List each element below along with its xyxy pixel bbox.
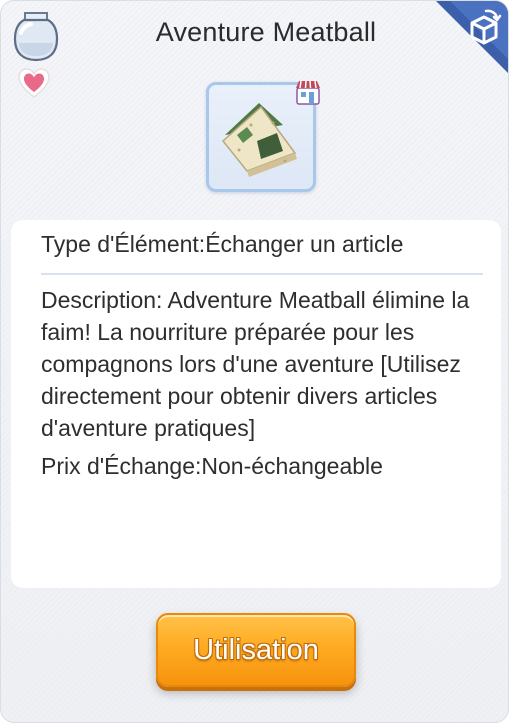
item-type-text: Type d'Élément:Échanger un article <box>41 231 404 257</box>
item-price-text: Prix d'Échange:Non-échangeable <box>41 453 383 479</box>
sandwich-food-icon <box>221 103 297 177</box>
corner-ribbon[interactable] <box>416 1 508 93</box>
item-info-box: Type d'Élément:Échanger un article Descr… <box>11 220 501 588</box>
heart-icon[interactable] <box>17 67 51 101</box>
jar-icon[interactable] <box>11 7 61 63</box>
shop-icon <box>296 80 320 105</box>
item-description-text: Description: Adventure Meatball élimine … <box>41 287 470 441</box>
item-slot[interactable] <box>206 80 320 192</box>
divider <box>41 273 483 275</box>
use-button[interactable]: Utilisation <box>156 613 356 687</box>
item-detail-panel: Aventure Meatball Type d'Élément:Échange… <box>0 0 509 723</box>
item-title: Aventure Meatball <box>155 17 377 47</box>
